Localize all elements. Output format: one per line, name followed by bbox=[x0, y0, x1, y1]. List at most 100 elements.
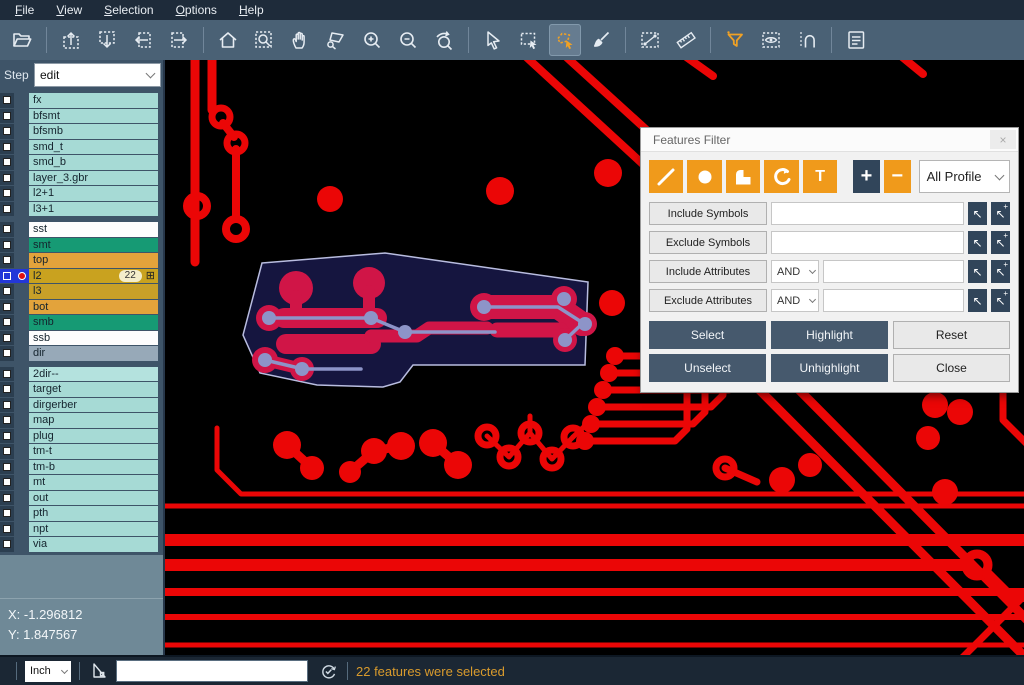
layer-row-label[interactable]: smb bbox=[29, 315, 158, 330]
clear-highlight-button[interactable] bbox=[585, 24, 617, 56]
layer-row-label[interactable]: 2dir-- bbox=[29, 367, 158, 382]
layer-row-label[interactable]: tm-b bbox=[29, 460, 158, 475]
layer-row-label[interactable]: l2+1 bbox=[29, 186, 158, 201]
feature-properties-button[interactable] bbox=[840, 24, 872, 56]
layer-row-label[interactable]: dirgerber bbox=[29, 398, 158, 413]
pick-add-symbol-button[interactable]: ↖+ bbox=[991, 202, 1010, 225]
pan-up-button[interactable] bbox=[55, 24, 87, 56]
unselect-button[interactable]: Unselect bbox=[649, 354, 766, 382]
layer-active-indicator[interactable] bbox=[14, 491, 29, 506]
layer-visibility-checkbox[interactable] bbox=[0, 398, 14, 413]
layer-visibility-checkbox[interactable] bbox=[0, 315, 14, 330]
exclude-attributes-button[interactable]: Exclude Attributes bbox=[649, 289, 767, 312]
layer-active-indicator[interactable] bbox=[14, 315, 29, 330]
pick-attribute-button[interactable]: ↖ bbox=[968, 289, 987, 312]
layer-row-label[interactable]: top bbox=[29, 253, 158, 268]
filter-surface-button[interactable] bbox=[726, 160, 760, 193]
layer-row-label[interactable]: bfsmb bbox=[29, 124, 158, 139]
layer-visibility-checkbox[interactable] bbox=[0, 109, 14, 124]
pan-down-button[interactable] bbox=[91, 24, 123, 56]
layer-visibility-checkbox[interactable] bbox=[0, 506, 14, 521]
layer-visibility-checkbox[interactable] bbox=[0, 537, 14, 552]
layer-row-label[interactable]: l2 22 ⊞ bbox=[29, 269, 158, 284]
filter-pad-button[interactable] bbox=[687, 160, 721, 193]
layer-active-indicator[interactable] bbox=[14, 398, 29, 413]
include-attributes-button[interactable]: Include Attributes bbox=[649, 260, 767, 283]
layer-row-label[interactable]: dir bbox=[29, 346, 158, 361]
layer-visibility-checkbox[interactable] bbox=[0, 155, 14, 170]
layer-active-indicator[interactable] bbox=[14, 367, 29, 382]
include-symbols-input[interactable] bbox=[771, 202, 964, 225]
layer-active-indicator[interactable] bbox=[14, 155, 29, 170]
menu-item[interactable]: File bbox=[4, 0, 45, 20]
reset-button[interactable]: Reset bbox=[893, 321, 1010, 349]
layer-active-indicator[interactable] bbox=[14, 186, 29, 201]
show-hide-button[interactable] bbox=[755, 24, 787, 56]
layer-row-label[interactable]: out bbox=[29, 491, 158, 506]
filter-positive-button[interactable]: + bbox=[853, 160, 880, 193]
exclude-symbols-input[interactable] bbox=[771, 231, 964, 254]
select-cursor-button[interactable] bbox=[477, 24, 509, 56]
home-view-button[interactable] bbox=[212, 24, 244, 56]
layer-visibility-checkbox[interactable] bbox=[0, 186, 14, 201]
exclude-symbols-button[interactable]: Exclude Symbols bbox=[649, 231, 767, 254]
snap-angle-icon[interactable] bbox=[88, 660, 110, 682]
layer-visibility-checkbox[interactable] bbox=[0, 171, 14, 186]
layer-row-label[interactable]: via bbox=[29, 537, 158, 552]
layer-active-indicator[interactable] bbox=[14, 222, 29, 237]
layer-active-indicator[interactable] bbox=[14, 382, 29, 397]
unit-select[interactable]: Inch bbox=[25, 661, 71, 682]
pan-hand-button[interactable] bbox=[284, 24, 316, 56]
filter-arc-button[interactable] bbox=[764, 160, 798, 193]
layer-row-label[interactable]: sst bbox=[29, 222, 158, 237]
menu-item[interactable]: Options bbox=[165, 0, 228, 20]
pick-add-symbol-button[interactable]: ↖+ bbox=[991, 231, 1010, 254]
pick-add-attribute-button[interactable]: ↖+ bbox=[991, 260, 1010, 283]
dialog-close-button[interactable]: × bbox=[990, 130, 1016, 149]
dialog-title-bar[interactable]: Features Filter × bbox=[641, 128, 1018, 152]
refresh-check-icon[interactable] bbox=[318, 661, 339, 682]
zoom-previous-button[interactable] bbox=[428, 24, 460, 56]
pan-right-button[interactable] bbox=[163, 24, 195, 56]
menu-item[interactable]: Help bbox=[228, 0, 275, 20]
zoom-out-button[interactable] bbox=[392, 24, 424, 56]
layer-active-indicator[interactable] bbox=[14, 460, 29, 475]
layer-row-label[interactable]: smd_b bbox=[29, 155, 158, 170]
layer-active-indicator[interactable] bbox=[14, 300, 29, 315]
layer-active-indicator[interactable] bbox=[14, 124, 29, 139]
command-input[interactable] bbox=[116, 660, 308, 682]
layer-active-indicator[interactable] bbox=[14, 253, 29, 268]
unhighlight-button[interactable]: Unhighlight bbox=[771, 354, 888, 382]
layer-row-label[interactable]: bot bbox=[29, 300, 158, 315]
layer-row-label[interactable]: npt bbox=[29, 522, 158, 537]
layer-active-indicator[interactable] bbox=[14, 346, 29, 361]
layer-visibility-checkbox[interactable] bbox=[0, 284, 14, 299]
step-select[interactable]: edit bbox=[34, 63, 161, 87]
pick-symbol-button[interactable]: ↖ bbox=[968, 231, 987, 254]
pick-add-attribute-button[interactable]: ↖+ bbox=[991, 289, 1010, 312]
layer-active-indicator[interactable] bbox=[14, 140, 29, 155]
layer-active-indicator[interactable] bbox=[14, 413, 29, 428]
measure-distance-button[interactable] bbox=[634, 24, 666, 56]
layer-visibility-checkbox[interactable] bbox=[0, 522, 14, 537]
include-attributes-input[interactable] bbox=[823, 260, 964, 283]
layer-visibility-checkbox[interactable] bbox=[0, 222, 14, 237]
layer-active-indicator[interactable] bbox=[14, 429, 29, 444]
layer-visibility-checkbox[interactable] bbox=[0, 460, 14, 475]
layer-active-indicator[interactable] bbox=[14, 202, 29, 217]
layer-row-label[interactable]: bfsmt bbox=[29, 109, 158, 124]
zoom-in-button[interactable] bbox=[356, 24, 388, 56]
profile-select[interactable]: All Profile bbox=[919, 160, 1010, 193]
layer-active-indicator[interactable] bbox=[14, 444, 29, 459]
layer-visibility-checkbox[interactable] bbox=[0, 238, 14, 253]
layer-row-label[interactable]: plug bbox=[29, 429, 158, 444]
menu-item[interactable]: Selection bbox=[93, 0, 164, 20]
layer-row-label[interactable]: map bbox=[29, 413, 158, 428]
exclude-attributes-input[interactable] bbox=[823, 289, 964, 312]
layer-active-indicator[interactable] bbox=[14, 171, 29, 186]
filter-line-button[interactable] bbox=[649, 160, 683, 193]
zoom-area-button[interactable] bbox=[320, 24, 352, 56]
layer-visibility-checkbox[interactable] bbox=[0, 491, 14, 506]
layer-row-label[interactable]: l3+1 bbox=[29, 202, 158, 217]
layer-active-indicator[interactable] bbox=[14, 269, 29, 284]
